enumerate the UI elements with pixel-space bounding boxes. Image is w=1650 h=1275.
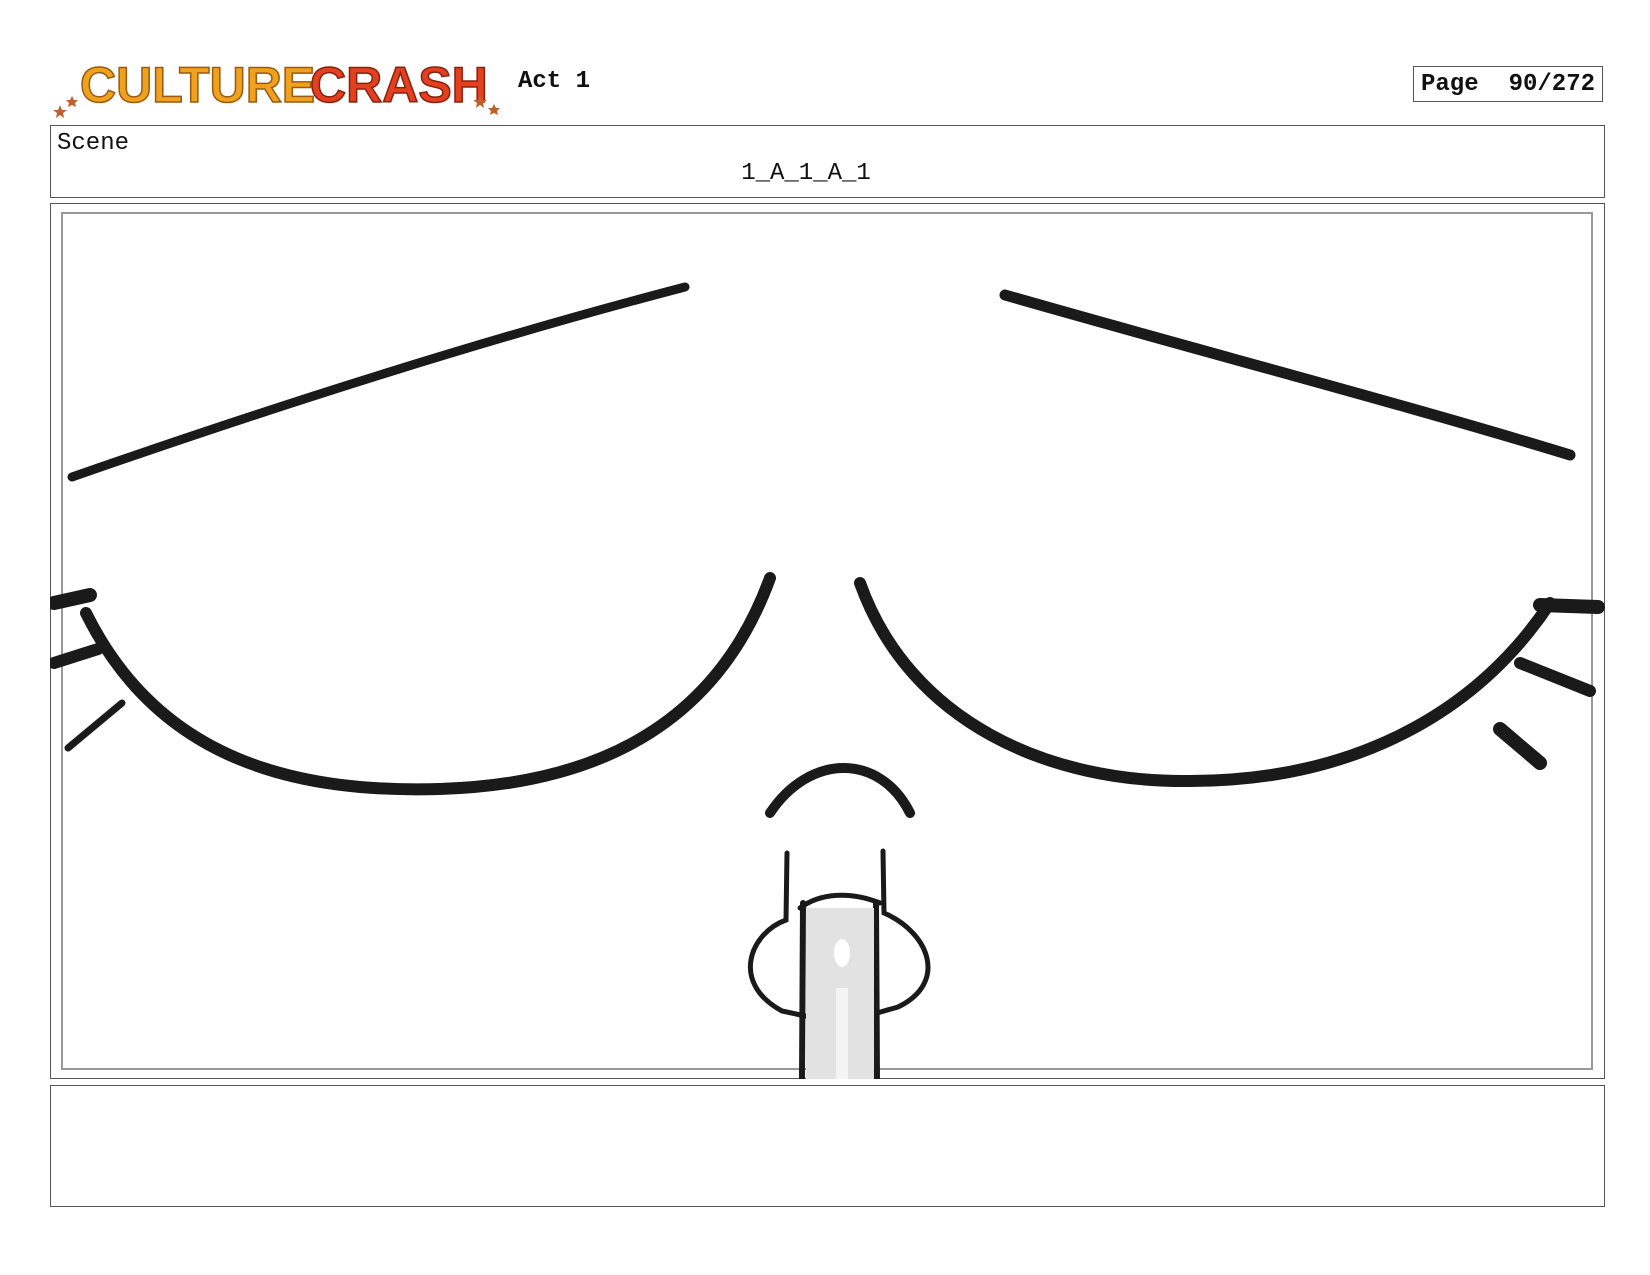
right-eyebrow [999,289,1576,461]
page-number: 90/272 [1508,70,1596,98]
nose-bottom [797,892,883,911]
culture-crash-logo: CULTURE CRASH [53,56,500,118]
stem-highlight-lower [836,988,848,1079]
right-lash-3 [1493,722,1547,770]
notes-box [50,1085,1605,1207]
svg-text:CRASH: CRASH [310,57,488,113]
panel-sketch [50,282,1605,1079]
page-indicator: Page 90/272 [1413,66,1603,102]
left-eyebrow [67,282,690,482]
stem-right [873,900,880,1079]
left-eyelid [80,572,776,796]
scene-box: Scene 1_A_1_A_1 [50,125,1605,198]
svg-text:CULTURE: CULTURE [80,57,315,113]
left-lash-1 [50,588,97,610]
left-lash-2 [50,643,104,669]
scene-label: Scene [57,130,130,157]
scene-id: 1_A_1_A_1 [741,160,871,187]
page-label: Page [1420,70,1479,98]
left-lash-3 [64,699,126,752]
right-eyelid [854,577,1556,788]
stem-left [799,900,806,1079]
nose-arc [765,763,915,818]
stem-highlight [834,939,850,967]
right-lash-1 [1533,598,1605,614]
right-lash-2 [1514,657,1596,697]
act-label: Act 1 [518,68,591,95]
